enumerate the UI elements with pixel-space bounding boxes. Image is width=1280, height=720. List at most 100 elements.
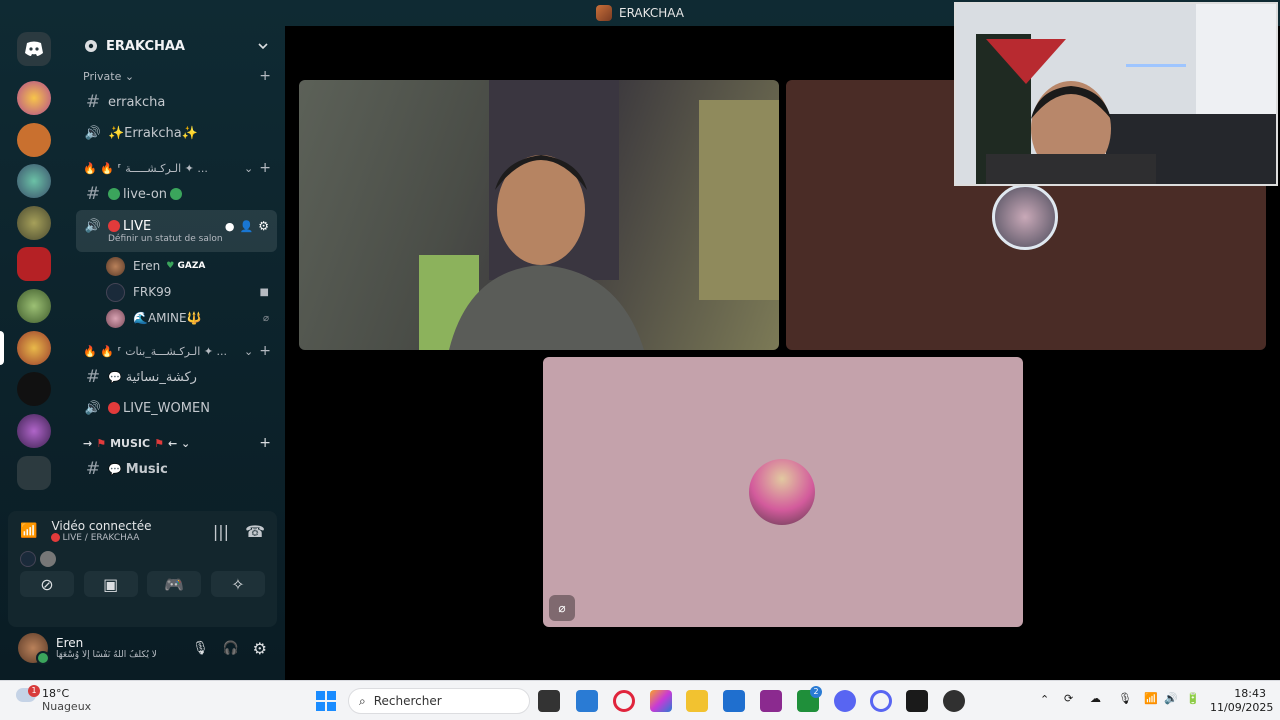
taskbar-search[interactable]: ⌕ Rechercher — [348, 688, 530, 714]
headphones-icon[interactable]: 🎧 — [222, 641, 238, 656]
category-banat[interactable]: 🔥 🔥 ⸢ الـركـشـــة_بنات ✦ ... ⌄ + — [68, 341, 285, 361]
server-icon-8[interactable] — [17, 372, 51, 406]
category-erakcha[interactable]: 🔥 🔥 ⸢ الـركـشـــــة ✦ ... ⌄ + — [68, 158, 285, 178]
soundboard-icon: ✧ — [231, 574, 245, 594]
obs-icon[interactable] — [943, 690, 965, 712]
voice-status-title[interactable]: Vidéo connectée — [51, 519, 212, 533]
disconnect-icon[interactable]: ☎ — [245, 522, 265, 541]
gamepad-icon: 🎮 — [164, 574, 185, 594]
screen-share-icon: ▣ — [103, 574, 119, 594]
clock[interactable]: 18:43 11/09/2025 — [1210, 687, 1273, 715]
avatar — [20, 551, 36, 567]
avatar — [106, 282, 125, 302]
activities-button[interactable]: 🎮 — [147, 571, 202, 597]
server-selected-indicator — [0, 331, 4, 365]
discord-taskbar-icon[interactable] — [834, 690, 856, 712]
channel-sidebar: ERAKCHAA Private ⌄ + # errakcha 🔊 ✨Errak… — [68, 26, 285, 511]
chevron-down-icon — [258, 43, 268, 50]
weather-widget[interactable]: 18°C Nuageux — [42, 687, 91, 713]
avatar — [106, 256, 125, 276]
user-panel: Eren لَا يُكَلِّفُ اللَّهُ نَفْسًا إِلَّ… — [8, 628, 277, 668]
server-icon-1[interactable] — [17, 81, 51, 115]
server-header[interactable]: ERAKCHAA — [68, 26, 285, 66]
server-icon-4[interactable] — [17, 206, 51, 240]
file-explorer-icon[interactable] — [686, 690, 708, 712]
sync-icon[interactable]: ⟳ — [1064, 692, 1073, 705]
voice-channel-icon: 🔊 — [84, 218, 102, 234]
server-icon-6[interactable] — [17, 289, 51, 323]
copilot-icon[interactable] — [650, 690, 672, 712]
opera-gx-icon[interactable] — [870, 690, 892, 712]
channel-women-text[interactable]: # 💬 ركشة_نسائية — [76, 362, 277, 392]
red-flag-icon: ⚑ — [96, 436, 107, 450]
discord-app: ERAKCHAA ERAKCHAA Private ⌄ + # errakcha… — [0, 0, 1280, 680]
photos-icon[interactable] — [576, 690, 598, 712]
user-avatar[interactable] — [18, 633, 50, 665]
channel-music[interactable]: # 💬 Music — [76, 454, 277, 484]
server-icon-3[interactable] — [17, 164, 51, 198]
green-circle-icon — [170, 188, 183, 200]
chat-bubble-icon[interactable]: ● — [225, 220, 235, 233]
add-channel-icon[interactable]: + — [259, 160, 271, 176]
gear-icon[interactable]: ⚙ — [258, 219, 269, 233]
discord-home-button[interactable] — [17, 32, 51, 66]
voice-user-frk99[interactable]: FRK99 ■ — [106, 279, 285, 305]
voice-user-eren[interactable]: Eren ♥ GAZA — [106, 253, 285, 279]
gear-icon[interactable]: ⚙ — [253, 639, 267, 658]
server-name: ERAKCHAA — [106, 38, 185, 54]
camera-off-icon: ⊘ — [40, 574, 54, 594]
server-icon-erakchaa[interactable] — [17, 331, 51, 365]
avatar — [992, 184, 1058, 250]
noise-suppression-icon[interactable]: ||| — [213, 522, 229, 541]
video-tile-amine[interactable]: ⌀ — [543, 357, 1023, 627]
terminal-icon[interactable] — [906, 690, 928, 712]
text-channel-icon: # — [85, 92, 101, 112]
channel-errakcha[interactable]: # errakcha — [76, 87, 277, 117]
app-icon[interactable] — [760, 690, 782, 712]
voice-user-amine[interactable]: 🌊AMINE🔱 ⌀ — [106, 305, 285, 331]
channel-errakcha-voice[interactable]: 🔊 ✨Errakcha✨ — [76, 118, 277, 148]
taskview-icon[interactable] — [538, 690, 560, 712]
soundboard-button[interactable]: ✧ — [210, 571, 265, 597]
channel-live-active[interactable]: 🔊 LIVE ● 👤 ⚙ Définir un statut de salon — [76, 210, 277, 252]
wifi-icon[interactable]: 📶 — [1144, 692, 1158, 705]
voice-status-channel[interactable]: LIVE / ERAKCHAA — [51, 533, 212, 543]
avatar — [40, 551, 56, 567]
webcam-feed — [956, 4, 1276, 184]
channel-status[interactable]: Définir un statut de salon — [108, 234, 268, 244]
search-icon: ⌕ — [359, 693, 366, 708]
red-circle-icon — [108, 220, 120, 232]
server-settings-icon — [85, 40, 97, 52]
category-music[interactable]: → ⚑ MUSIC ⚑ ← ⌄ + — [68, 433, 285, 453]
voice-connection-panel: 📶 Vidéo connectée LIVE / ERAKCHAA ||| ☎ … — [8, 511, 277, 627]
add-member-icon[interactable]: 👤 — [240, 220, 254, 233]
volume-icon[interactable]: 🔊 — [1164, 692, 1178, 705]
store-icon[interactable] — [723, 690, 745, 712]
channel-live-women[interactable]: 🔊 LIVE_WOMEN — [76, 393, 277, 423]
video-tile-eren[interactable] — [299, 80, 779, 350]
screen-share-button[interactable]: ▣ — [83, 571, 138, 597]
add-channel-icon[interactable]: + — [259, 343, 271, 359]
add-channel-icon[interactable]: + — [259, 68, 271, 84]
connection-signal-icon[interactable]: 📶 — [20, 523, 37, 539]
add-channel-icon[interactable]: + — [259, 435, 271, 451]
onedrive-icon[interactable]: ☁ — [1090, 692, 1101, 705]
microphone-icon[interactable]: 🎙 — [192, 641, 209, 656]
start-button[interactable] — [316, 691, 336, 711]
battery-icon[interactable]: 🔋 — [1186, 692, 1200, 705]
category-private[interactable]: Private ⌄ + — [68, 66, 285, 86]
channel-live-on[interactable]: # live-on — [76, 179, 277, 209]
server-icon-psy[interactable] — [17, 247, 51, 281]
chevron-down-icon: ← ⌄ — [167, 436, 191, 450]
text-channel-icon: # — [85, 367, 101, 387]
opera-icon[interactable] — [613, 690, 635, 712]
server-icon-2[interactable] — [17, 123, 51, 157]
chevron-down-icon: ⌄ — [244, 161, 254, 175]
microphone-icon[interactable]: 🎙 — [1118, 692, 1132, 705]
user-info[interactable]: Eren لَا يُكَلِّفُ اللَّهُ نَفْسًا إِلَّ… — [56, 636, 182, 660]
camera-off-button[interactable]: ⊘ — [20, 571, 74, 597]
server-icon-9[interactable] — [17, 414, 51, 448]
server-folder[interactable] — [17, 456, 51, 490]
chevron-up-icon[interactable]: ⌃ — [1040, 693, 1049, 706]
mic-muted-icon: ⌀ — [558, 601, 566, 615]
